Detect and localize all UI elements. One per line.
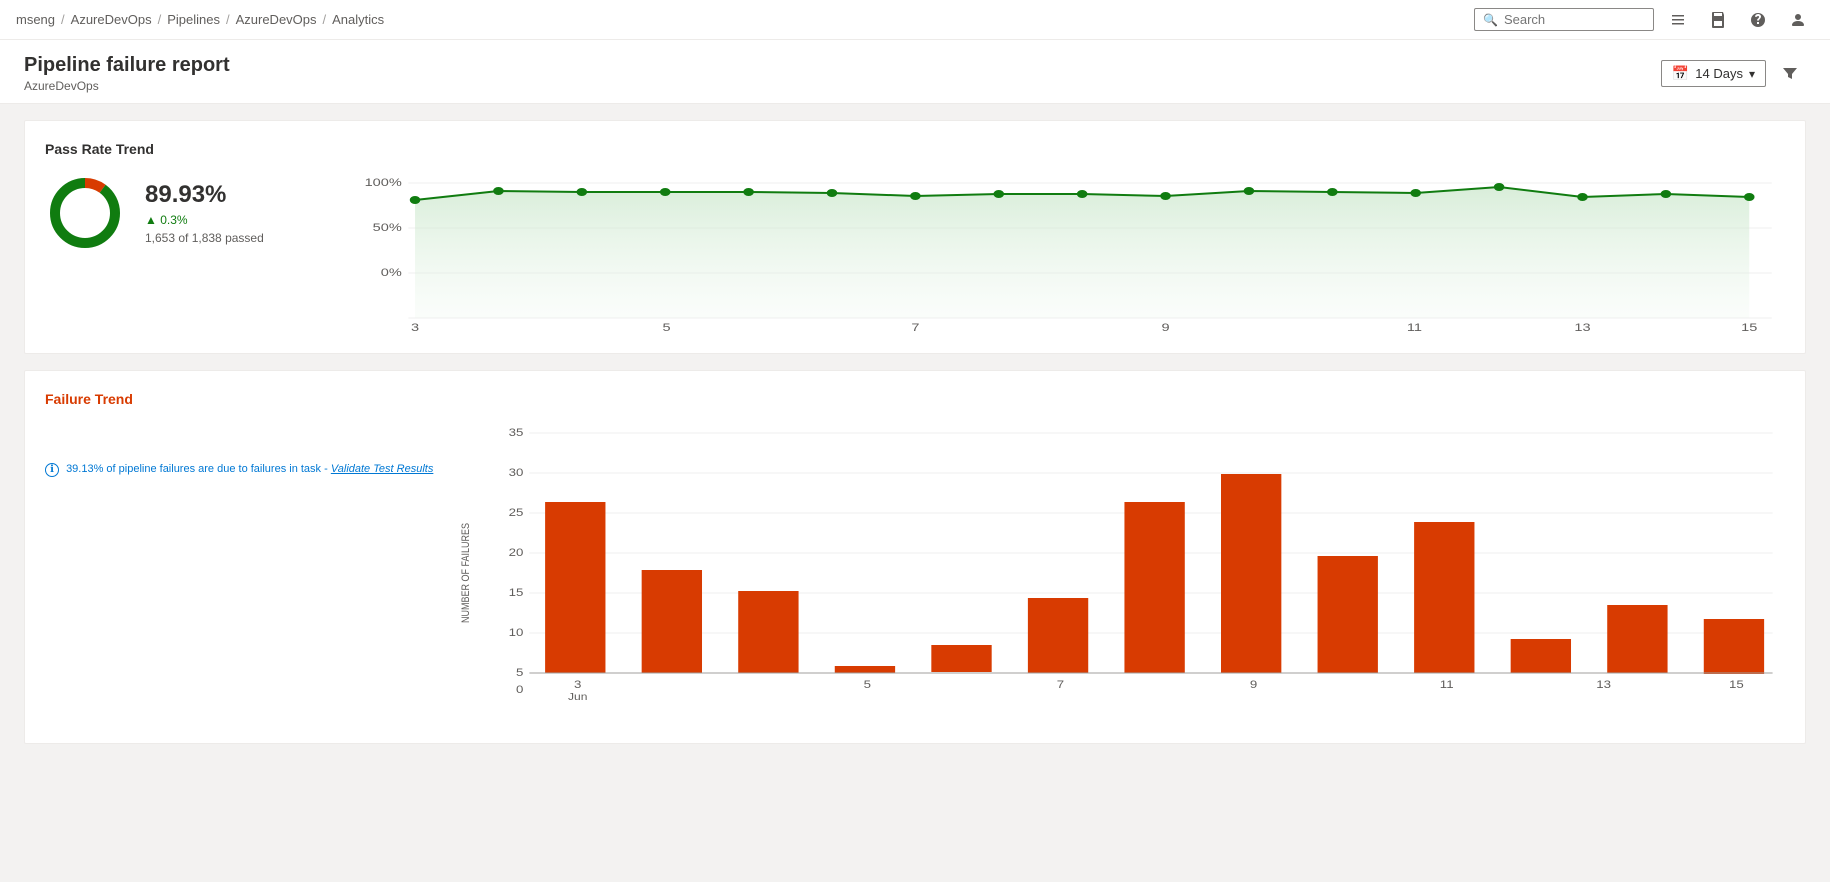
filter-icon: [1782, 66, 1798, 82]
svg-text:3: 3: [411, 321, 419, 333]
calendar-icon: 📅: [1672, 65, 1689, 82]
donut-chart: [45, 173, 125, 253]
failure-note-link[interactable]: Validate Test Results: [331, 463, 434, 475]
pass-rate-left: 89.93% ▲ 0.3% 1,653 of 1,838 passed: [45, 173, 305, 253]
help-icon: [1750, 12, 1766, 28]
days-label: 14 Days: [1695, 66, 1743, 81]
failure-trend-title: Failure Trend: [45, 391, 1785, 407]
top-navigation: mseng / AzureDevOps / Pipelines / AzureD…: [0, 0, 1830, 40]
breadcrumb-mseng[interactable]: mseng: [16, 12, 55, 27]
header-controls: 📅 14 Days ▾: [1661, 58, 1806, 90]
svg-text:20: 20: [509, 546, 524, 559]
svg-text:9: 9: [1250, 678, 1258, 691]
search-icon: 🔍: [1483, 13, 1498, 27]
svg-text:5: 5: [864, 678, 872, 691]
breadcrumb-azuredevops1[interactable]: AzureDevOps: [71, 12, 152, 27]
svg-text:11: 11: [1407, 321, 1422, 333]
svg-text:0%: 0%: [381, 266, 402, 279]
failure-trend-card: Failure Trend ℹ 39.13% of pipeline failu…: [24, 370, 1806, 744]
failure-note: ℹ 39.13% of pipeline failures are due to…: [45, 463, 433, 477]
svg-text:NUMBER OF FAILURES: NUMBER OF FAILURES: [461, 523, 473, 623]
svg-text:10: 10: [509, 626, 524, 639]
svg-text:50%: 50%: [373, 221, 402, 234]
breadcrumb-azuredevops2[interactable]: AzureDevOps: [236, 12, 317, 27]
bar-3: [739, 591, 799, 673]
svg-text:15: 15: [1729, 678, 1744, 691]
page-title: Pipeline failure report: [24, 54, 230, 77]
nav-icons: 🔍: [1474, 4, 1814, 36]
svg-text:Jun: Jun: [568, 692, 587, 703]
bar-2: [642, 570, 702, 673]
svg-text:35: 35: [509, 426, 524, 439]
failure-content: ℹ 39.13% of pipeline failures are due to…: [45, 423, 1785, 723]
list-icon: [1670, 12, 1686, 28]
filter-button[interactable]: [1774, 58, 1806, 90]
svg-text:Jun: Jun: [404, 332, 425, 333]
bar-1: [545, 502, 605, 673]
svg-text:13: 13: [1574, 321, 1590, 333]
bar-8: [1221, 474, 1281, 673]
svg-text:5: 5: [662, 321, 670, 333]
search-box[interactable]: 🔍: [1474, 8, 1654, 31]
main-content: Pass Rate Trend 89.93% ▲ 0.3%: [0, 104, 1830, 760]
bar-7: [1125, 502, 1185, 673]
bar-13: [1704, 619, 1764, 674]
pass-rate-percent: 89.93%: [145, 181, 264, 209]
svg-text:7: 7: [911, 321, 919, 333]
bar-4: [835, 666, 895, 673]
page-title-block: Pipeline failure report AzureDevOps: [24, 54, 230, 93]
pass-rate-change: ▲ 0.3%: [145, 213, 264, 227]
page-subtitle: AzureDevOps: [24, 79, 230, 93]
svg-text:5: 5: [516, 666, 524, 679]
save-icon: [1710, 12, 1726, 28]
chevron-down-icon: ▾: [1749, 67, 1755, 81]
svg-text:15: 15: [1741, 321, 1757, 333]
pass-rate-stats: 89.93% ▲ 0.3% 1,653 of 1,838 passed: [145, 181, 264, 245]
bar-12: [1608, 605, 1668, 673]
svg-text:15: 15: [509, 586, 524, 599]
search-input[interactable]: [1504, 12, 1645, 27]
breadcrumb-analytics: Analytics: [332, 12, 384, 27]
svg-text:3: 3: [574, 678, 582, 691]
breadcrumb-pipelines[interactable]: Pipelines: [167, 12, 220, 27]
page-header: Pipeline failure report AzureDevOps 📅 14…: [0, 40, 1830, 104]
svg-text:13: 13: [1597, 678, 1612, 691]
svg-text:25: 25: [509, 506, 524, 519]
user-icon: [1790, 12, 1806, 28]
pass-rate-content: 89.93% ▲ 0.3% 1,653 of 1,838 passed 100%…: [45, 173, 1785, 333]
svg-text:7: 7: [1057, 678, 1065, 691]
svg-text:0: 0: [516, 683, 524, 696]
user-icon-btn[interactable]: [1782, 4, 1814, 36]
save-icon-btn[interactable]: [1702, 4, 1734, 36]
failure-note-prefix: 39.13% of pipeline failures are due to f…: [66, 463, 331, 475]
list-icon-btn[interactable]: [1662, 4, 1694, 36]
bar-6: [1028, 598, 1088, 673]
svg-text:9: 9: [1161, 321, 1169, 333]
failure-left: ℹ 39.13% of pipeline failures are due to…: [45, 423, 433, 477]
svg-text:30: 30: [509, 466, 524, 479]
failure-note-link-text: Validate Test Results: [331, 463, 434, 475]
help-icon-btn[interactable]: [1742, 4, 1774, 36]
pass-rate-chart: 100% 50% 0%: [329, 173, 1785, 333]
svg-text:100%: 100%: [365, 176, 402, 189]
pass-rate-detail: 1,653 of 1,838 passed: [145, 231, 264, 245]
pass-rate-card: Pass Rate Trend 89.93% ▲ 0.3%: [24, 120, 1806, 354]
bar-9: [1318, 556, 1378, 673]
pass-rate-title: Pass Rate Trend: [45, 141, 1785, 157]
bar-10: [1414, 522, 1474, 673]
bar-5: [932, 645, 992, 672]
info-icon: ℹ: [45, 463, 59, 477]
days-selector[interactable]: 📅 14 Days ▾: [1661, 60, 1766, 87]
failure-bar-chart: 35 30 25 20 15 10 5 0 NUMBER OF FAILURES: [457, 423, 1785, 723]
svg-text:11: 11: [1440, 678, 1454, 691]
bar-11: [1511, 639, 1571, 673]
breadcrumb: mseng / AzureDevOps / Pipelines / AzureD…: [16, 12, 384, 27]
